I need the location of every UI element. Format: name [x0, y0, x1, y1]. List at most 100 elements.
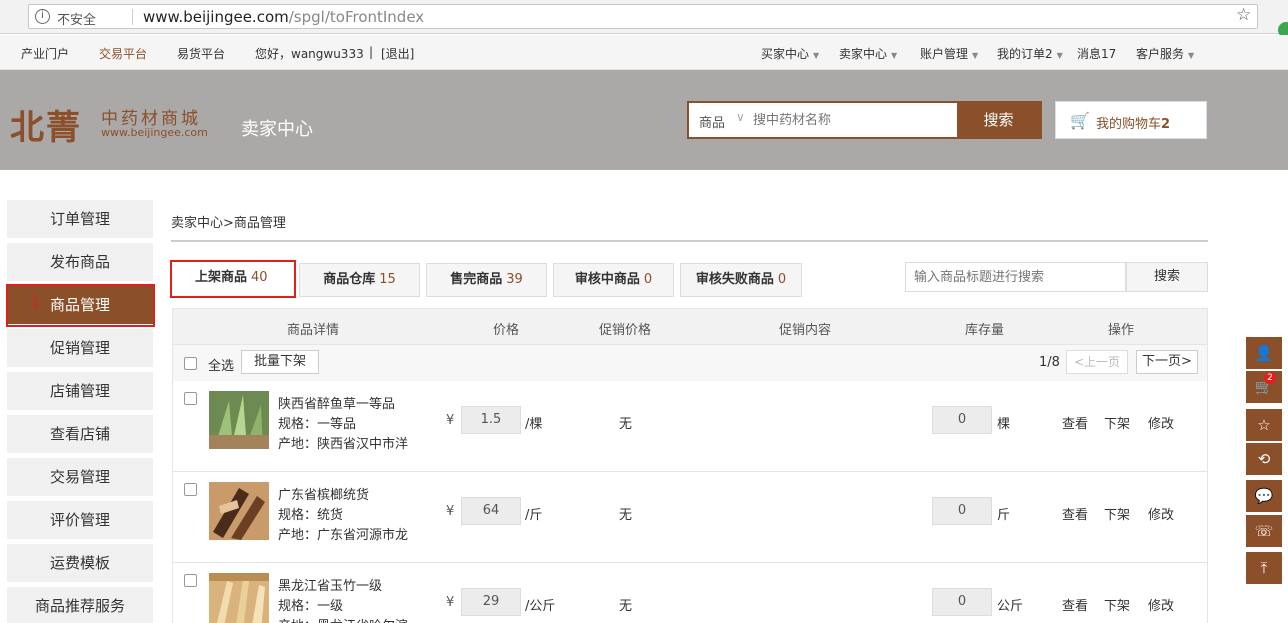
edit-button[interactable]: 修改 [1148, 413, 1174, 432]
logo[interactable]: 北菁 [10, 100, 82, 149]
nav-account[interactable]: 账户管理 ▼ [920, 45, 978, 62]
site-search: 商品 ∨ 搜索 [687, 101, 1042, 139]
promo-price: 无 [619, 508, 633, 523]
top-nav: 产业门户 交易平台 易货平台 您好，wangwu333 | [退出] 买家中心 ▼… [0, 35, 1288, 70]
promo-price: 无 [619, 599, 633, 614]
sidebar-item-shipping[interactable]: 运费模板 [7, 544, 153, 582]
history-icon[interactable]: ⟲ [1246, 443, 1282, 475]
chevron-down-icon[interactable]: ∨ [736, 110, 745, 124]
back-to-top-icon[interactable]: ⤒ [1246, 552, 1282, 584]
info-icon[interactable]: i [35, 9, 50, 24]
sidebar-item-view-store[interactable]: 查看店铺 [7, 415, 153, 453]
currency-symbol: ¥ [446, 595, 455, 610]
price-value: 1.5 [461, 406, 521, 434]
col-header-details: 商品详情 [287, 323, 340, 338]
security-label: 不安全 [57, 13, 97, 28]
search-input[interactable] [753, 107, 953, 133]
edit-button[interactable]: 修改 [1148, 595, 1174, 614]
breadcrumb: 卖家中心>商品管理 [171, 216, 286, 231]
product-spec: 规格：一级 [278, 599, 344, 614]
row-checkbox[interactable] [184, 392, 197, 405]
product-name[interactable]: 黑龙江省玉竹一级 [278, 575, 382, 594]
chevron-down-icon: ▼ [813, 51, 820, 60]
stock-unit: 棵 [997, 417, 1011, 432]
annotation-box-1 [6, 284, 155, 327]
url-separator [132, 9, 133, 25]
stock-unit: 公斤 [997, 599, 1024, 614]
chevron-down-icon: ▼ [1056, 51, 1063, 60]
sidebar-item-store[interactable]: 店铺管理 [7, 372, 153, 410]
user-greeting: 您好，wangwu333 [255, 47, 364, 61]
sidebar-item-orders[interactable]: 订单管理 [7, 200, 153, 238]
table-row: 黑龙江省玉竹一级 规格：一级 产地：黑龙江省哈尔滨 ¥ 29 /公斤 无 0 公… [172, 563, 1208, 623]
sidebar-item-reviews[interactable]: 评价管理 [7, 501, 153, 539]
row-checkbox[interactable] [184, 483, 197, 496]
headset-icon[interactable]: ☏ [1246, 515, 1282, 547]
delist-button[interactable]: 下架 [1104, 413, 1130, 432]
cart-icon[interactable]: 🛒 2 [1246, 371, 1282, 403]
product-thumbnail[interactable] [209, 482, 269, 540]
site-header: 北菁 中药材商城 www.beijingee.com 卖家中心 商品 ∨ 搜索 … [0, 70, 1288, 170]
chevron-down-icon: ▼ [891, 51, 898, 60]
view-button[interactable]: 查看 [1062, 413, 1088, 432]
title-search-button[interactable]: 搜索 [1126, 262, 1208, 292]
select-all-label[interactable]: 全选 [208, 355, 234, 374]
search-category-select[interactable]: 商品 [699, 112, 725, 131]
cart-icon: 🛒 [1070, 111, 1090, 130]
cart-count: 2 [1161, 117, 1171, 132]
chevron-down-icon: ▼ [1188, 51, 1195, 60]
view-button[interactable]: 查看 [1062, 504, 1088, 523]
tab-on-shelf[interactable]: 上架商品 40 [173, 262, 294, 296]
tab-under-review[interactable]: 审核中商品 0 [553, 263, 674, 297]
table-toolbar: 全选 批量下架 1/8 <上一页 下一页> [172, 345, 1208, 381]
stock-unit: 斤 [997, 508, 1011, 523]
sidebar-item-trades[interactable]: 交易管理 [7, 458, 153, 496]
nav-barter[interactable]: 易货平台 [177, 45, 225, 62]
url-field[interactable]: i 不安全 www.beijingee.com/spgl/toFrontInde… [28, 4, 1258, 29]
sidebar-item-promotions[interactable]: 促销管理 [7, 329, 153, 367]
delist-button[interactable]: 下架 [1104, 504, 1130, 523]
select-all-checkbox[interactable] [184, 357, 197, 370]
star-icon[interactable]: ☆ [1246, 409, 1282, 441]
tab-warehouse[interactable]: 商品仓库 15 [299, 263, 420, 297]
price-value: 64 [461, 497, 521, 525]
row-checkbox[interactable] [184, 574, 197, 587]
user-icon[interactable]: 👤 [1246, 337, 1282, 369]
cart-button[interactable]: 🛒 我的购物车2 [1055, 101, 1207, 139]
nav-service[interactable]: 客户服务 ▼ [1136, 45, 1194, 62]
tab-sold-out[interactable]: 售完商品 39 [426, 263, 547, 297]
nav-messages[interactable]: 消息17 [1077, 45, 1116, 62]
tab-review-failed[interactable]: 审核失败商品 0 [680, 263, 802, 297]
delist-button[interactable]: 下架 [1104, 595, 1130, 614]
logout-link[interactable]: [退出] [381, 45, 414, 62]
nav-trade[interactable]: 交易平台 [99, 45, 147, 62]
col-header-promo-price: 促销价格 [599, 323, 652, 338]
sidebar-item-publish[interactable]: 发布商品 [7, 243, 153, 281]
prev-page-button[interactable]: <上一页 [1066, 350, 1128, 374]
cart-badge: 2 [1264, 372, 1276, 384]
chat-icon[interactable]: 💬 [1246, 480, 1282, 512]
page-title: 卖家中心 [241, 119, 313, 140]
url-text[interactable]: www.beijingee.com/spgl/toFrontIndex [143, 8, 424, 26]
col-header-actions: 操作 [1108, 323, 1135, 338]
price-value: 29 [461, 588, 521, 616]
product-thumbnail[interactable] [209, 391, 269, 449]
nav-orders[interactable]: 我的订单2 ▼ [997, 45, 1063, 62]
next-page-button[interactable]: 下一页> [1136, 350, 1198, 374]
product-name[interactable]: 广东省槟榔统货 [278, 484, 369, 503]
col-header-promo-content: 促销内容 [779, 323, 832, 338]
bookmark-star-icon[interactable]: ☆ [1236, 5, 1251, 25]
sidebar-item-recommend[interactable]: 商品推荐服务 [7, 587, 153, 623]
col-header-stock: 库存量 [965, 323, 1005, 338]
search-button[interactable]: 搜索 [957, 103, 1040, 137]
view-button[interactable]: 查看 [1062, 595, 1088, 614]
nav-buyer-center[interactable]: 买家中心 ▼ [761, 45, 819, 62]
nav-seller-center[interactable]: 卖家中心 ▼ [839, 45, 897, 62]
nav-portal[interactable]: 产业门户 [21, 45, 69, 62]
product-origin: 产地：广东省河源市龙 [278, 528, 409, 543]
product-thumbnail[interactable] [209, 573, 269, 623]
product-name[interactable]: 陕西省醉鱼草一等品 [278, 393, 395, 412]
bulk-delist-button[interactable]: 批量下架 [241, 350, 319, 374]
edit-button[interactable]: 修改 [1148, 504, 1174, 523]
title-search-input[interactable] [906, 263, 1125, 291]
